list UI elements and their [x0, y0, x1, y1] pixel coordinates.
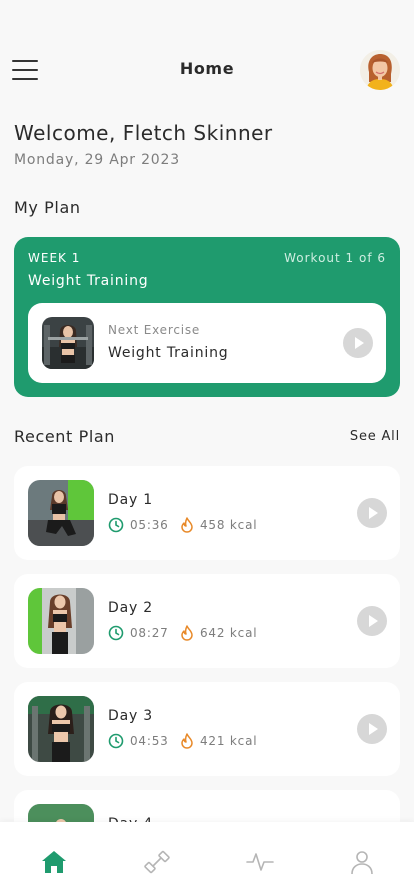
clock-icon	[108, 625, 124, 641]
top-header: Home	[0, 44, 414, 96]
recent-plan-item[interactable]: Day 1 05:36 458 kcal	[14, 466, 400, 560]
home-icon[interactable]	[34, 842, 74, 882]
calories-value: 421 kcal	[200, 734, 258, 748]
calories-value: 458 kcal	[200, 518, 258, 532]
avatar-portrait	[360, 50, 400, 90]
menu-icon-line	[12, 78, 38, 80]
duration: 05:36	[108, 516, 169, 534]
workout-count: Workout 1 of 6	[284, 251, 386, 265]
dumbbell-icon[interactable]	[137, 842, 177, 882]
calories: 421 kcal	[180, 732, 257, 750]
recent-plan-item[interactable]: Day 3 04:53 421 kcal	[14, 682, 400, 776]
duration: 04:53	[108, 732, 169, 750]
welcome-heading: Welcome, Fletch Skinner	[14, 121, 273, 145]
next-exercise-card[interactable]: Next Exercise Weight Training	[28, 303, 386, 383]
calories: 458 kcal	[180, 516, 257, 534]
recent-plan-title: Recent Plan	[14, 427, 116, 446]
next-exercise-thumbnail	[42, 317, 94, 369]
see-all-link[interactable]: See All	[350, 429, 400, 444]
flame-icon	[181, 625, 193, 641]
current-date: Monday, 29 Apr 2023	[14, 152, 180, 168]
recent-plan-item[interactable]: Day 2 08:27 642 kcal	[14, 574, 400, 668]
recent-plan-day: Day 1	[108, 492, 154, 508]
play-icon[interactable]	[343, 328, 373, 358]
avatar[interactable]	[360, 50, 400, 90]
clock-icon	[108, 733, 124, 749]
calories: 642 kcal	[180, 624, 257, 642]
flame-icon	[181, 733, 193, 749]
recent-plan-day: Day 3	[108, 708, 154, 724]
duration-value: 08:27	[130, 626, 169, 640]
next-exercise-label: Next Exercise	[108, 323, 201, 337]
recent-plan-thumbnail	[28, 588, 94, 654]
week-label: WEEK 1	[28, 251, 81, 265]
profile-icon[interactable]	[342, 842, 382, 882]
play-icon[interactable]	[357, 498, 387, 528]
next-exercise-name: Weight Training	[108, 345, 229, 361]
my-plan-title: My Plan	[14, 198, 81, 217]
duration: 08:27	[108, 624, 169, 642]
duration-value: 04:53	[130, 734, 169, 748]
play-icon[interactable]	[357, 714, 387, 744]
bottom-navigation	[0, 822, 414, 896]
calories-value: 642 kcal	[200, 626, 258, 640]
activity-icon[interactable]	[240, 842, 280, 882]
duration-value: 05:36	[130, 518, 169, 532]
recent-plan-thumbnail	[28, 480, 94, 546]
clock-icon	[108, 517, 124, 533]
play-icon[interactable]	[357, 606, 387, 636]
plan-card[interactable]: WEEK 1 Workout 1 of 6 Weight Training Ne…	[14, 237, 400, 397]
recent-plan-day: Day 2	[108, 600, 154, 616]
flame-icon	[181, 517, 193, 533]
plan-name: Weight Training	[28, 273, 149, 289]
page-title: Home	[179, 59, 235, 78]
recent-plan-thumbnail	[28, 696, 94, 762]
